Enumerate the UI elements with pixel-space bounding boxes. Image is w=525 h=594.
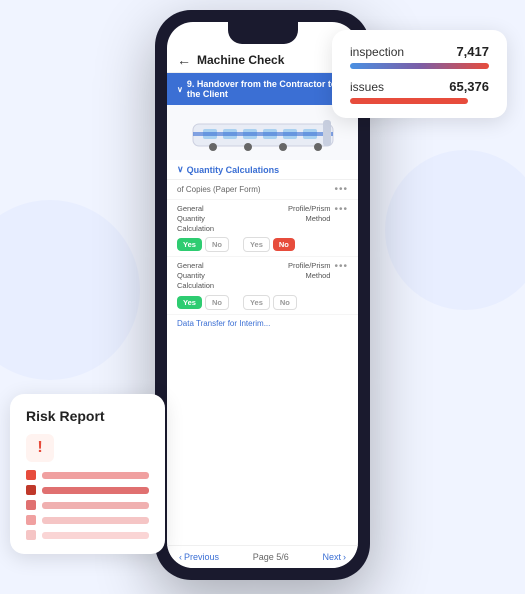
phone-footer: ‹ Previous Page 5/6 Next › bbox=[167, 545, 358, 568]
issues-stat: issues 65,376 bbox=[350, 79, 489, 104]
issues-bar bbox=[350, 98, 468, 104]
risk-row-1 bbox=[26, 470, 149, 480]
row1-right-label: Profile/PrismMethod bbox=[288, 204, 331, 224]
issues-value: 65,376 bbox=[449, 79, 489, 94]
next-button[interactable]: Next › bbox=[322, 552, 346, 562]
issues-label: issues bbox=[350, 80, 384, 94]
phone-notch bbox=[228, 22, 298, 44]
next-label: Next bbox=[322, 552, 341, 562]
row1-left-label: GeneralQuantityCalculation bbox=[177, 204, 214, 233]
row2-yes2-btn[interactable]: Yes bbox=[243, 295, 270, 310]
risk-warning-icon: ! bbox=[26, 434, 54, 462]
row1-menu-icon[interactable]: ••• bbox=[334, 204, 348, 215]
prev-label: Previous bbox=[184, 552, 219, 562]
risk-row-5 bbox=[26, 530, 149, 540]
inspection-bar bbox=[350, 63, 489, 69]
risk-row-4 bbox=[26, 515, 149, 525]
bg-circle-left bbox=[0, 200, 140, 380]
row1-no-btn[interactable]: No bbox=[205, 237, 229, 252]
qty-header: ∨ Quantity Calculations bbox=[167, 160, 358, 180]
risk-bar-3 bbox=[42, 502, 149, 509]
risk-dot-4 bbox=[26, 515, 36, 525]
prev-icon: ‹ bbox=[179, 552, 182, 562]
row1-btn-group: Yes No Yes No bbox=[177, 237, 348, 252]
page-indicator: Page 5/6 bbox=[253, 552, 289, 562]
row2-left-label: GeneralQuantityCalculation bbox=[177, 261, 214, 290]
risk-bar-1 bbox=[42, 472, 149, 479]
table-row-1: GeneralQuantityCalculation Profile/Prism… bbox=[167, 200, 358, 257]
risk-dot-1 bbox=[26, 470, 36, 480]
section-title: 9. Handover from the Contractor to the C… bbox=[187, 79, 348, 99]
next-icon: › bbox=[343, 552, 346, 562]
train-area bbox=[167, 105, 358, 160]
row2-no2-btn[interactable]: No bbox=[273, 295, 297, 310]
qty-section-label: Quantity Calculations bbox=[187, 165, 280, 175]
row2-no-btn[interactable]: No bbox=[205, 295, 229, 310]
row1-yes2-btn[interactable]: Yes bbox=[243, 237, 270, 252]
risk-dot-5 bbox=[26, 530, 36, 540]
inspection-label: inspection bbox=[350, 45, 404, 59]
row1-no2-btn[interactable]: No bbox=[273, 238, 295, 251]
previous-button[interactable]: ‹ Previous bbox=[179, 552, 219, 562]
risk-bar-5 bbox=[42, 532, 149, 539]
risk-card: Risk Report ! bbox=[10, 394, 165, 554]
risk-row-2 bbox=[26, 485, 149, 495]
table-row-2: GeneralQuantityCalculation Profile/Prism… bbox=[167, 257, 358, 314]
row1-yes-btn[interactable]: Yes bbox=[177, 238, 202, 251]
chevron-qty-icon: ∨ bbox=[177, 164, 184, 175]
chevron-down-icon: ∨ bbox=[177, 85, 183, 94]
section-header: ∨ 9. Handover from the Contractor to the… bbox=[167, 73, 358, 105]
row2-btn-group: Yes No Yes No bbox=[177, 295, 348, 310]
row2-menu-icon[interactable]: ••• bbox=[334, 261, 348, 272]
data-transfer-label: Data Transfer for Interim... bbox=[177, 319, 270, 328]
risk-bar-2 bbox=[42, 487, 149, 494]
phone-screen: 15:28 ← Machine Check ∨ 9. Handover from… bbox=[167, 22, 358, 568]
copies-label: of Copies (Paper Form) bbox=[177, 185, 261, 194]
copies-menu-icon[interactable]: ••• bbox=[334, 184, 348, 195]
header-title: Machine Check bbox=[197, 53, 284, 67]
row2-right-label: Profile/PrismMethod bbox=[288, 261, 331, 281]
train-illustration bbox=[188, 112, 338, 154]
risk-dot-2 bbox=[26, 485, 36, 495]
back-arrow-icon[interactable]: ← bbox=[177, 52, 191, 68]
phone-header: ← Machine Check bbox=[167, 48, 358, 73]
data-transfer-row: Data Transfer for Interim... bbox=[167, 315, 358, 332]
inspection-value: 7,417 bbox=[456, 44, 489, 59]
risk-row-3 bbox=[26, 500, 149, 510]
risk-dot-3 bbox=[26, 500, 36, 510]
copies-row: of Copies (Paper Form) ••• bbox=[167, 180, 358, 200]
row2-yes-btn[interactable]: Yes bbox=[177, 296, 202, 309]
inspection-stat: inspection 7,417 bbox=[350, 44, 489, 69]
risk-bar-4 bbox=[42, 517, 149, 524]
risk-title: Risk Report bbox=[26, 408, 149, 424]
stats-card: inspection 7,417 issues 65,376 bbox=[332, 30, 507, 118]
risk-rows bbox=[26, 470, 149, 540]
bg-circle-right bbox=[385, 150, 525, 310]
